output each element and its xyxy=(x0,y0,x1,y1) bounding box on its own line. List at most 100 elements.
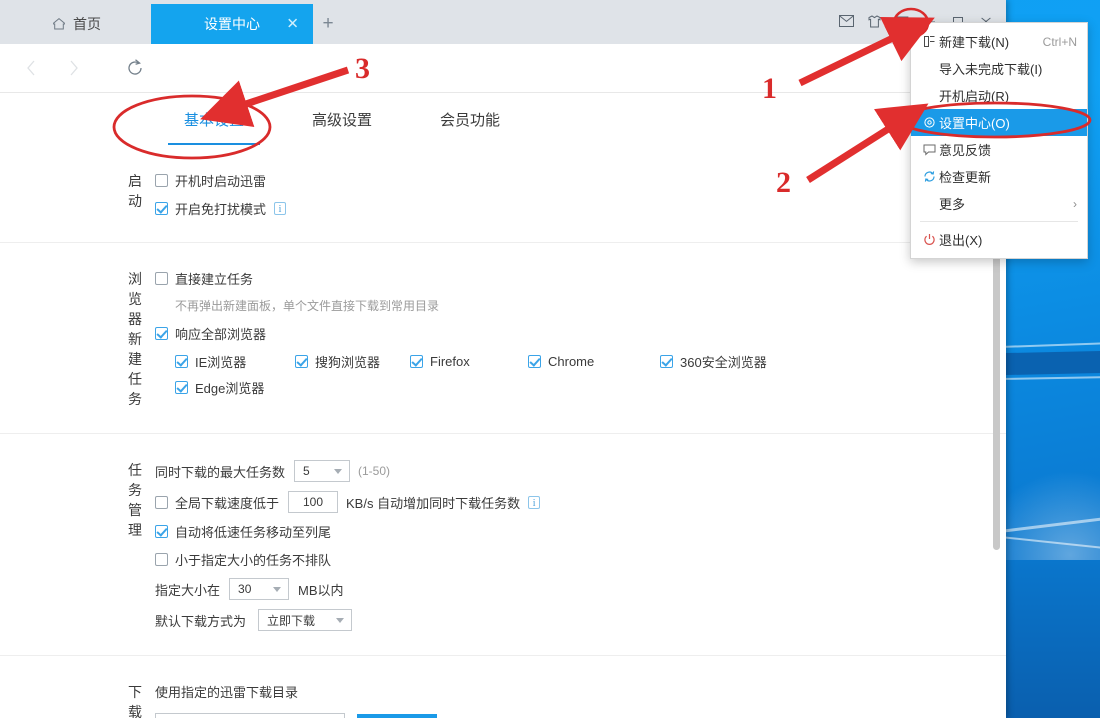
new-download-icon xyxy=(919,35,939,48)
tab-settings-center[interactable]: 设置中心 ✕ xyxy=(151,4,313,44)
checkbox-browser-edge-label: Edge浏览器 xyxy=(195,381,265,396)
checkbox-box xyxy=(155,525,168,538)
tab-home-label: 首页 xyxy=(73,16,101,32)
settings-tabs: 基本设置 高级设置 会员功能 xyxy=(0,93,1006,146)
checkbox-box xyxy=(155,272,168,285)
menu-item-import-unfinished[interactable]: 导入未完成下载(I) xyxy=(911,55,1087,82)
default-method-select[interactable]: 立即下载 xyxy=(258,609,353,631)
checkbox-box xyxy=(155,174,168,187)
checkbox-browser-360[interactable]: 360安全浏览器 xyxy=(660,352,767,371)
section-startup-label: 启动 xyxy=(128,173,142,209)
checkbox-box xyxy=(155,327,168,340)
menu-item-settings-center-label: 设置中心(O) xyxy=(939,116,1010,131)
section-browser-label: 浏览器新建任务 xyxy=(128,271,142,407)
checkbox-browser-firefox[interactable]: Firefox xyxy=(410,354,528,369)
checkbox-box xyxy=(155,553,168,566)
max-tasks-label: 同时下载的最大任务数 xyxy=(155,464,286,480)
tab-basic-settings[interactable]: 基本设置 xyxy=(150,94,278,145)
new-tab-button[interactable]: + xyxy=(313,4,343,44)
main-dropdown-menu: 新建下载(N) Ctrl+N 导入未完成下载(I) 开机启动(R) 设置中心(O… xyxy=(910,22,1088,259)
skin-icon[interactable] xyxy=(860,8,888,34)
menu-item-feedback[interactable]: 意见反馈 xyxy=(911,136,1087,163)
menu-item-more[interactable]: 更多 › xyxy=(911,190,1087,217)
checkbox-browser-ie[interactable]: IE浏览器 xyxy=(175,352,295,371)
checkbox-global-speed-below-label: 全局下载速度低于 xyxy=(175,495,280,511)
checkbox-browser-ie-label: IE浏览器 xyxy=(195,355,247,370)
section-download-directory: 下载目录 使用指定的迅雷下载目录 D:\迅雷下载\ 选择目录 剩余空间： 35.… xyxy=(0,656,1006,718)
checkbox-direct-task[interactable]: 直接建立任务 xyxy=(155,269,253,288)
global-speed-input[interactable]: 100 xyxy=(288,491,339,513)
checkbox-respond-all-browsers-label: 响应全部浏览器 xyxy=(175,327,267,342)
browser-hint-text: 不再弹出新建面板，单个文件直接下载到常用目录 xyxy=(175,299,440,313)
mail-icon[interactable] xyxy=(832,8,860,34)
checkbox-browser-edge[interactable]: Edge浏览器 xyxy=(175,378,264,397)
menu-item-exit[interactable]: 退出(X) xyxy=(911,226,1087,253)
checkbox-respond-all-browsers[interactable]: 响应全部浏览器 xyxy=(155,324,266,343)
settings-content: 启动 开机时启动迅雷 开启免打扰模式 i 浏览器新建任务 直接建立任务 不再弹出… xyxy=(0,145,1006,718)
power-icon xyxy=(919,233,939,246)
info-icon[interactable]: i xyxy=(274,202,287,215)
menu-separator xyxy=(920,221,1078,222)
info-icon[interactable]: i xyxy=(528,495,541,509)
thunder-app-window: 首页 设置中心 ✕ + 基本设置 高级设置 会员功能 启动 开机时启动迅雷 开启… xyxy=(0,0,1006,718)
checkbox-box xyxy=(155,202,168,215)
tab-member-features[interactable]: 会员功能 xyxy=(406,94,534,145)
checkbox-move-slow-to-end[interactable]: 自动将低速任务移动至列尾 xyxy=(155,522,331,541)
refresh-update-icon xyxy=(919,170,939,183)
gear-icon xyxy=(919,116,939,129)
menu-item-exit-label: 退出(X) xyxy=(939,233,983,248)
tab-settings-center-label: 设置中心 xyxy=(204,16,260,32)
checkbox-box xyxy=(175,355,188,368)
checkbox-start-on-boot-label: 开机时启动迅雷 xyxy=(175,174,267,189)
menu-item-settings-center[interactable]: 设置中心(O) xyxy=(911,109,1087,136)
checkbox-browser-chrome-label: Chrome xyxy=(548,354,595,369)
checkbox-browser-chrome[interactable]: Chrome xyxy=(528,354,660,369)
download-path-select[interactable]: D:\迅雷下载\ xyxy=(155,713,345,718)
checkbox-no-queue-small-label: 小于指定大小的任务不排队 xyxy=(175,553,332,568)
checkbox-browser-sogou[interactable]: 搜狗浏览器 xyxy=(295,352,410,371)
checkbox-browser-sogou-label: 搜狗浏览器 xyxy=(315,355,381,370)
tab-advanced-settings[interactable]: 高级设置 xyxy=(278,94,406,145)
home-icon xyxy=(52,17,66,31)
checkbox-do-not-disturb[interactable]: 开启免打扰模式 xyxy=(155,199,266,218)
chevron-down-icon xyxy=(327,468,349,474)
checkbox-do-not-disturb-label: 开启免打扰模式 xyxy=(175,202,267,217)
checkbox-direct-task-label: 直接建立任务 xyxy=(175,272,254,287)
tab-strip: 首页 设置中心 ✕ + xyxy=(0,0,1006,44)
checkbox-no-queue-small[interactable]: 小于指定大小的任务不排队 xyxy=(155,550,331,569)
back-button[interactable] xyxy=(12,49,50,87)
menu-item-more-label: 更多 xyxy=(939,197,966,212)
tab-advanced-settings-label: 高级设置 xyxy=(312,111,373,129)
tab-home[interactable]: 首页 xyxy=(0,4,151,44)
menu-item-boot-startup[interactable]: 开机启动(R) xyxy=(911,82,1087,109)
size-limit-unit: MB以内 xyxy=(298,582,344,598)
wallpaper-stripe xyxy=(999,341,1100,348)
close-icon[interactable]: ✕ xyxy=(286,17,299,32)
tab-member-features-label: 会员功能 xyxy=(440,111,501,129)
section-download-dir-label: 下载目录 xyxy=(128,684,142,718)
forward-button[interactable] xyxy=(54,49,92,87)
menu-item-check-update[interactable]: 检查更新 xyxy=(911,163,1087,190)
max-tasks-select[interactable]: 5 xyxy=(294,460,351,482)
menu-item-new-download[interactable]: 新建下载(N) Ctrl+N xyxy=(911,28,1087,55)
menu-item-new-download-label: 新建下载(N) xyxy=(939,35,1010,50)
chevron-right-icon: › xyxy=(1073,196,1077,211)
checkbox-start-on-boot[interactable]: 开机时启动迅雷 xyxy=(155,171,266,190)
global-speed-suffix: KB/s 自动增加同时下载任务数 xyxy=(346,495,521,511)
download-dir-title: 使用指定的迅雷下载目录 xyxy=(155,685,299,700)
tab-basic-settings-label: 基本设置 xyxy=(184,111,245,129)
checkbox-browser-firefox-label: Firefox xyxy=(430,354,470,369)
menu-item-feedback-label: 意见反馈 xyxy=(939,143,992,158)
menu-item-new-download-accel: Ctrl+N xyxy=(1042,34,1077,49)
refresh-icon[interactable] xyxy=(116,49,154,87)
section-browser-new-task: 浏览器新建任务 直接建立任务 不再弹出新建面板，单个文件直接下载到常用目录 响应… xyxy=(0,243,1006,434)
navigation-bar xyxy=(0,44,1006,93)
size-limit-select[interactable]: 30 xyxy=(229,578,290,600)
choose-directory-button[interactable]: 选择目录 xyxy=(357,713,438,718)
checkbox-box xyxy=(295,355,308,368)
checkbox-global-speed-below[interactable]: 全局下载速度低于 xyxy=(155,493,279,512)
checkbox-move-slow-to-end-label: 自动将低速任务移动至列尾 xyxy=(175,525,332,540)
chevron-down-icon xyxy=(329,617,351,623)
default-method-value: 立即下载 xyxy=(267,613,316,628)
default-method-label: 默认下载方式为 xyxy=(155,613,247,629)
